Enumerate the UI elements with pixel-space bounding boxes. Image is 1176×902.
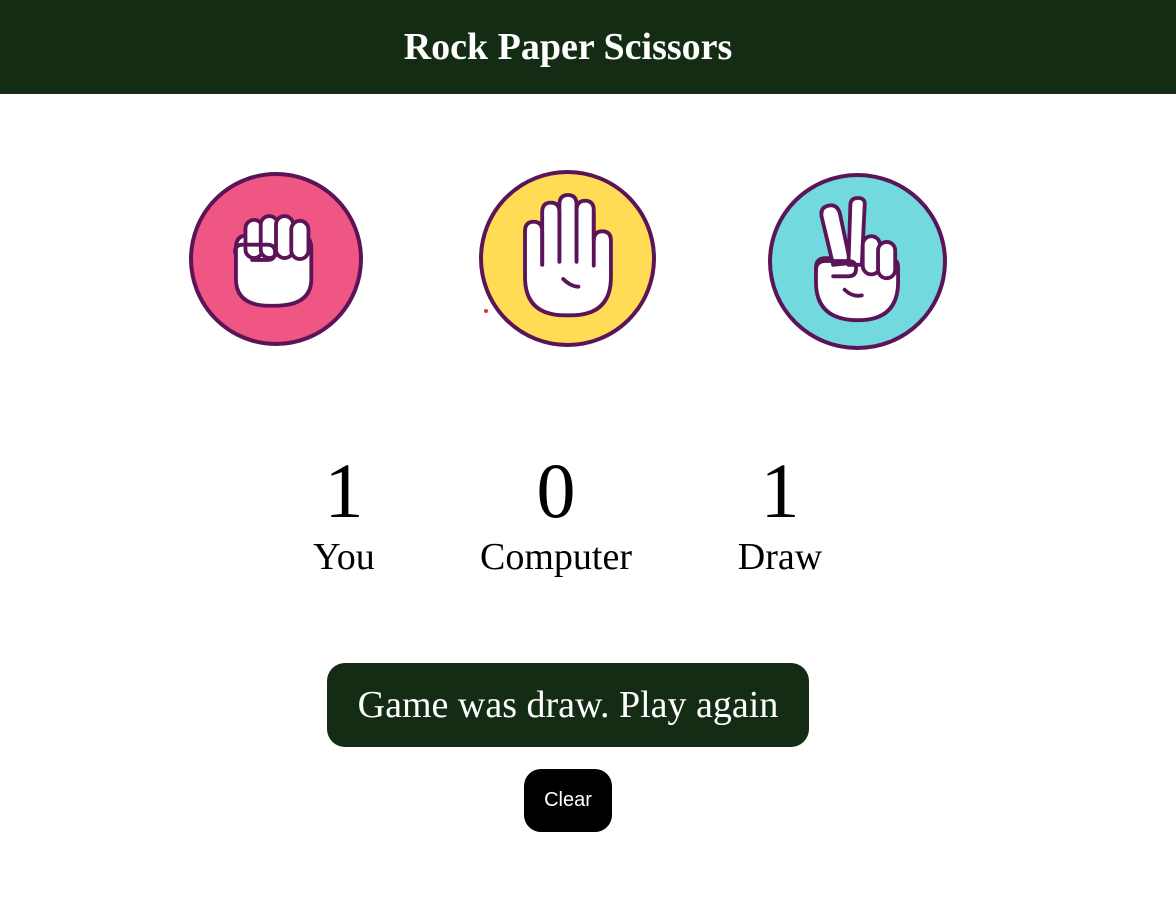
page-title: Rock Paper Scissors [403,26,733,68]
score-draw: 1 Draw [680,448,880,580]
score-computer-value: 0 [536,447,576,534]
header-bar: Rock Paper Scissors [0,0,1176,94]
score-you-label: You [313,536,375,578]
score-computer: 0 Computer [456,448,656,580]
open-hand-icon [523,193,613,318]
clear-button[interactable]: Clear [524,769,612,832]
score-draw-value: 1 [760,447,800,534]
result-message: Game was draw. Play again [327,663,809,747]
peace-hand-icon [814,196,900,323]
rock-choice-button[interactable] [189,172,363,346]
scissors-choice-button[interactable] [768,173,947,350]
paper-choice-button[interactable] [479,170,656,347]
score-you: 1 You [244,448,444,580]
score-you-value: 1 [324,447,364,534]
fist-icon [233,214,314,308]
score-draw-label: Draw [737,536,823,578]
score-computer-label: Computer [480,536,632,578]
